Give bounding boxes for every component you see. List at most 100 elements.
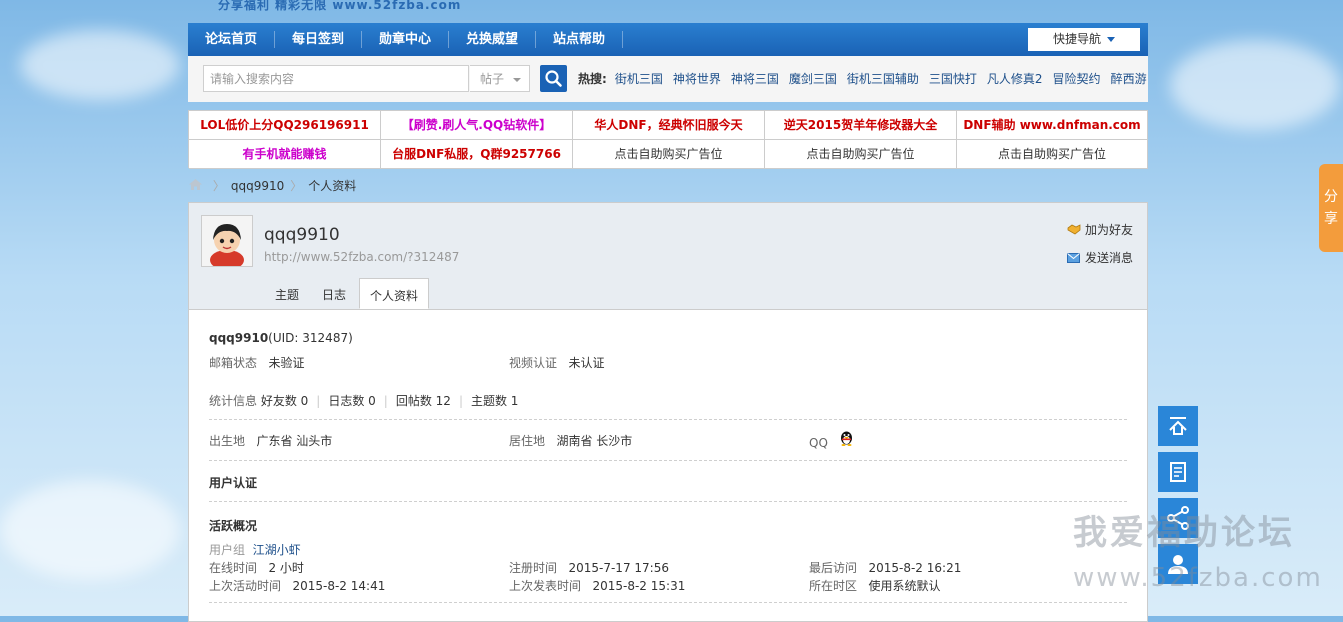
main-nav: 论坛首页 每日签到 勋章中心 兑换威望 站点帮助 快捷导航: [188, 23, 1148, 56]
divider: |: [383, 394, 388, 408]
search-type-select[interactable]: 帖子: [470, 65, 530, 92]
nav-item-medals[interactable]: 勋章中心: [362, 23, 448, 56]
stat-friends[interactable]: 好友数 0: [261, 394, 308, 408]
last-active-value: 2015-8-2 14:41: [292, 579, 386, 593]
cloud-decoration: [20, 30, 180, 100]
chevron-down-icon: [513, 78, 521, 82]
section-divider: [209, 419, 1127, 420]
nav-item-home[interactable]: 论坛首页: [188, 23, 274, 56]
add-friend-label: 加为好友: [1084, 223, 1133, 237]
ad-grid: LOL低价上分QQ296196911 【刷赞.刷人气.QQ钻软件】 华人DNF，…: [188, 110, 1148, 169]
tab-threads[interactable]: 主题: [259, 278, 315, 309]
last-post-label: 上次发表时间: [509, 579, 582, 593]
breadcrumb-separator: 〉: [290, 179, 303, 193]
ad-link[interactable]: 华人DNF，经典怀旧服今天: [573, 111, 765, 140]
timezone-label: 所在时区: [809, 579, 858, 593]
divider: |: [458, 394, 463, 408]
avatar[interactable]: [201, 215, 253, 267]
avatar-image: [202, 216, 252, 266]
qq-label: QQ: [809, 436, 828, 450]
ad-link[interactable]: LOL低价上分QQ296196911: [189, 111, 381, 140]
quick-nav-label: 快捷导航: [1052, 32, 1101, 46]
section-divider: [209, 460, 1127, 461]
cloud-decoration: [0, 480, 180, 580]
last-visit-label: 最后访问: [809, 561, 858, 575]
handshake-icon: [1067, 224, 1081, 235]
search-input[interactable]: 请输入搜索内容: [203, 65, 469, 92]
hot-keyword[interactable]: 三国快打: [929, 72, 977, 86]
email-status-value: 未验证: [268, 356, 305, 370]
video-auth-label: 视频认证: [509, 356, 558, 370]
cloud-decoration: [1170, 40, 1340, 130]
profile-panel: qqq9910 http://www.52fzba.com/?312487 加为…: [188, 202, 1148, 622]
tab-profile[interactable]: 个人资料: [359, 278, 429, 309]
activity-title: 活跃概况: [209, 519, 258, 533]
breadcrumb-current: 个人资料: [308, 179, 357, 193]
hot-keyword[interactable]: 凡人修真2: [987, 72, 1043, 86]
video-auth-value: 未认证: [568, 356, 605, 370]
reg-label: 注册时间: [509, 561, 558, 575]
ad-link[interactable]: 有手机就能赚钱: [189, 140, 381, 169]
user-auth-title: 用户认证: [209, 476, 258, 490]
online-value: 2 小时: [268, 561, 304, 575]
ad-link[interactable]: 【刷赞.刷人气.QQ钻软件】: [381, 111, 573, 140]
group-link[interactable]: 江湖小虾: [253, 543, 301, 557]
breadcrumb-user[interactable]: qqq9910: [231, 179, 284, 193]
hot-keyword[interactable]: 醉西游: [1111, 72, 1147, 86]
watermark-url: www.52fzba.com: [1073, 563, 1323, 593]
breadcrumb: 〉 qqq9910 〉个人资料: [188, 174, 356, 198]
residence-value: 湖南省 长沙市: [556, 434, 633, 448]
stat-threads[interactable]: 主题数 1: [471, 394, 518, 408]
quick-nav-dropdown[interactable]: 快捷导航: [1028, 28, 1140, 51]
nav-item-checkin[interactable]: 每日签到: [275, 23, 361, 56]
send-message-button[interactable]: 发送消息: [1066, 249, 1133, 266]
profile-header: qqq9910 http://www.52fzba.com/?312487 加为…: [189, 203, 1147, 310]
profile-url[interactable]: http://www.52fzba.com/?312487: [264, 250, 459, 264]
ad-link[interactable]: 点击自助购买广告位: [765, 140, 957, 169]
hot-keyword[interactable]: 冒险契约: [1053, 72, 1101, 86]
tab-blogs[interactable]: 日志: [309, 278, 359, 309]
ad-link[interactable]: 点击自助购买广告位: [957, 140, 1148, 169]
nav-item-help[interactable]: 站点帮助: [536, 23, 622, 56]
share-tab[interactable]: 分享: [1319, 164, 1343, 252]
chevron-down-icon: [1107, 37, 1115, 42]
section-divider: [209, 602, 1127, 603]
stat-replies[interactable]: 回帖数 12: [396, 394, 451, 408]
divider: |: [316, 394, 321, 408]
nav-item-exchange[interactable]: 兑换威望: [449, 23, 535, 56]
send-message-label: 发送消息: [1084, 251, 1133, 265]
reg-value: 2015-7-17 17:56: [568, 561, 669, 575]
residence-label: 居住地: [509, 434, 546, 448]
hot-search-list: 热搜: 街机三国 神将世界 神将三国 魔剑三国 街机三国辅助 三国快打 凡人修真2 冒险契约 醉西…: [578, 56, 1157, 102]
arrow-up-icon: [1169, 417, 1187, 435]
ad-link[interactable]: 逆天2015贺羊年修改器大全: [765, 111, 957, 140]
hot-keyword[interactable]: 街机三国: [615, 72, 663, 86]
profile-uid: (UID: 312487): [268, 331, 353, 345]
profile-username-title: qqq9910: [209, 331, 269, 345]
watermark: 我爱福助论坛: [1073, 513, 1295, 553]
add-friend-button[interactable]: 加为好友: [1067, 221, 1133, 238]
stat-blogs[interactable]: 日志数 0: [328, 394, 375, 408]
breadcrumb-separator: 〉: [212, 179, 225, 193]
hot-search-label: 热搜:: [578, 72, 607, 86]
hot-keyword[interactable]: 神将世界: [673, 72, 721, 86]
hot-keyword[interactable]: 街机三国辅助: [847, 72, 919, 86]
back-to-top-button[interactable]: [1158, 406, 1198, 446]
envelope-icon: [1066, 253, 1080, 263]
site-logo[interactable]: 分享福利 精彩无限 www.52fzba.com: [218, 0, 461, 13]
section-divider: [209, 501, 1127, 502]
timezone-value: 使用系统默认: [868, 579, 941, 593]
quick-post-button[interactable]: [1158, 452, 1198, 492]
hot-keyword[interactable]: 魔剑三国: [789, 72, 837, 86]
group-label: 用户组: [209, 543, 246, 557]
home-icon[interactable]: [188, 178, 203, 191]
birthplace-label: 出生地: [209, 434, 246, 448]
ad-link[interactable]: 台服DNF私服，Q群9257766: [381, 140, 573, 169]
document-icon: [1170, 462, 1186, 482]
search-button[interactable]: [540, 65, 567, 92]
ad-link[interactable]: 点击自助购买广告位: [573, 140, 765, 169]
qq-penguin-icon[interactable]: [839, 430, 854, 446]
hot-keyword[interactable]: 神将三国: [731, 72, 779, 86]
birthplace-value: 广东省 汕头市: [256, 434, 333, 448]
ad-link[interactable]: DNF辅助 www.dnfman.com: [957, 111, 1148, 140]
